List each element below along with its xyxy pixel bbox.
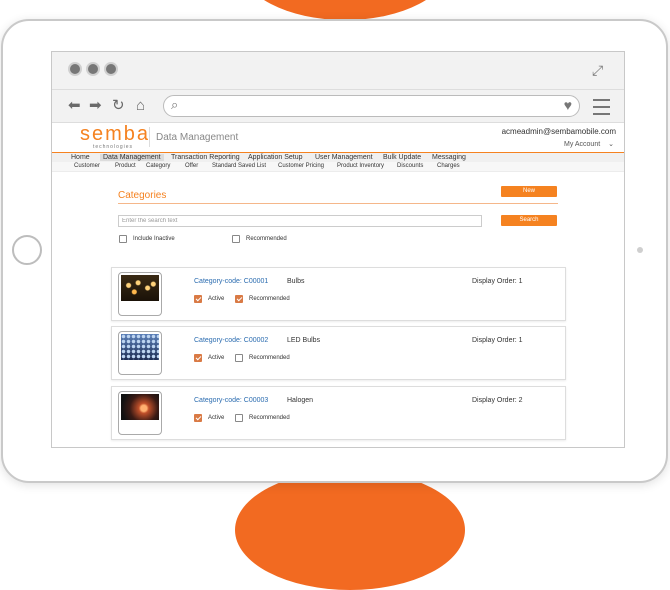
search-icon: ⌕ <box>171 97 179 112</box>
window-close-dot[interactable] <box>68 62 82 76</box>
my-account-dropdown[interactable]: My Account ⌄ <box>564 140 614 148</box>
category-thumbnail[interactable] <box>118 272 162 316</box>
menu-item-user-management[interactable]: User Management <box>315 154 373 161</box>
menu-item-data-management[interactable]: Data Management <box>100 154 164 161</box>
submenu-item-standard-saved-list[interactable]: Standard Saved List <box>212 163 266 169</box>
semba-logo: semba technologies <box>80 123 151 150</box>
category-code-link[interactable]: Category-code: C00001 <box>194 278 268 285</box>
category-thumbnail[interactable] <box>118 331 162 375</box>
recommended-label: Recommended <box>249 415 290 421</box>
submenu-item-discounts[interactable]: Discounts <box>397 163 423 169</box>
display-order: Display Order: 1 <box>472 337 523 344</box>
window-minimize-dot[interactable] <box>86 62 100 76</box>
led-bulbs-image <box>121 334 159 360</box>
menu-item-bulk-update[interactable]: Bulk Update <box>383 154 421 161</box>
submenu-item-product-inventory[interactable]: Product Inventory <box>337 163 384 169</box>
menu-item-messaging[interactable]: Messaging <box>432 154 466 161</box>
window-maximize-dot[interactable] <box>104 62 118 76</box>
active-label: Active <box>208 355 225 361</box>
decorative-blob-bottom <box>235 470 465 590</box>
back-arrow-icon[interactable]: ⬅ <box>68 96 81 116</box>
recommended-checkbox[interactable] <box>235 295 243 303</box>
my-account-label: My Account <box>563 141 601 148</box>
include-inactive-label: Include Inactive <box>133 236 175 242</box>
app-content: semba technologies Data Management acmea… <box>52 123 624 447</box>
display-order: Display Order: 1 <box>472 278 523 285</box>
active-checkbox[interactable] <box>194 354 202 362</box>
new-button[interactable]: New <box>501 186 557 197</box>
app-title: Data Management <box>156 132 239 143</box>
chevron-down-icon: ⌄ <box>608 141 614 148</box>
window-titlebar: ⤢ <box>52 52 624 90</box>
recommended-label: Recommended <box>249 296 290 302</box>
category-card[interactable]: Category-code: C00003 Halogen Display Or… <box>111 386 566 440</box>
logo-word: semba <box>80 123 151 145</box>
halogen-image <box>121 394 159 420</box>
include-inactive-checkbox[interactable] <box>119 235 127 243</box>
reload-icon[interactable]: ↻ <box>112 96 125 116</box>
category-name: Bulbs <box>287 278 305 285</box>
browser-window: ⤢ ⬅ ➡ ↻ ⌂ ⌕ ♥ semba technologies Data Ma… <box>51 51 625 448</box>
category-thumbnail[interactable] <box>118 391 162 435</box>
heart-icon[interactable]: ♥ <box>564 97 572 113</box>
category-code-link[interactable]: Category-code: C00003 <box>194 397 268 404</box>
menu-item-home[interactable]: Home <box>71 154 90 161</box>
forward-arrow-icon[interactable]: ➡ <box>89 96 102 116</box>
home-icon[interactable]: ⌂ <box>136 96 145 116</box>
hamburger-menu-icon[interactable] <box>593 99 610 120</box>
bulbs-image <box>121 275 159 301</box>
submenu-item-customer-pricing[interactable]: Customer Pricing <box>278 163 324 169</box>
submenu-item-offer[interactable]: Offer <box>185 163 198 169</box>
home-button[interactable] <box>12 235 42 265</box>
recommended-filter-checkbox[interactable] <box>232 235 240 243</box>
recommended-filter-label: Recommended <box>246 236 287 242</box>
category-card[interactable]: Category-code: C00002 LED Bulbs Display … <box>111 326 566 380</box>
page-title: Categories <box>118 190 167 201</box>
recommended-label: Recommended <box>249 355 290 361</box>
active-label: Active <box>208 296 225 302</box>
browser-toolbar: ⬅ ➡ ↻ ⌂ ⌕ ♥ <box>52 90 624 123</box>
submenu-item-product[interactable]: Product <box>115 163 136 169</box>
recommended-checkbox[interactable] <box>235 414 243 422</box>
search-input[interactable] <box>118 215 482 227</box>
active-checkbox[interactable] <box>194 414 202 422</box>
main-menu: Home Data Management Transaction Reporti… <box>52 153 624 162</box>
submenu-item-category[interactable]: Category <box>146 163 170 169</box>
category-card[interactable]: Category-code: C00001 Bulbs Display Orde… <box>111 267 566 321</box>
menu-item-application-setup[interactable]: Application Setup <box>248 154 302 161</box>
search-button[interactable]: Search <box>501 215 557 226</box>
sub-menu: Customer Product Category Offer Standard… <box>52 162 624 172</box>
submenu-item-charges[interactable]: Charges <box>437 163 460 169</box>
submenu-item-customer[interactable]: Customer <box>74 163 100 169</box>
logo-divider <box>149 127 150 147</box>
decorative-blob-top <box>240 0 450 20</box>
category-name: Halogen <box>287 397 314 404</box>
address-bar[interactable]: ⌕ ♥ <box>163 95 580 117</box>
menu-item-transaction-reporting[interactable]: Transaction Reporting <box>171 154 240 161</box>
display-order: Display Order: 2 <box>472 397 523 404</box>
active-label: Active <box>208 415 225 421</box>
title-underline <box>118 203 558 204</box>
camera-dot <box>637 247 643 253</box>
expand-icon[interactable]: ⤢ <box>592 62 608 78</box>
active-checkbox[interactable] <box>194 295 202 303</box>
category-name: LED Bulbs <box>287 337 321 344</box>
category-code-link[interactable]: Category-code: C00002 <box>194 337 268 344</box>
recommended-checkbox[interactable] <box>235 354 243 362</box>
user-email: acmeadmin@sembamobile.com <box>501 127 616 136</box>
